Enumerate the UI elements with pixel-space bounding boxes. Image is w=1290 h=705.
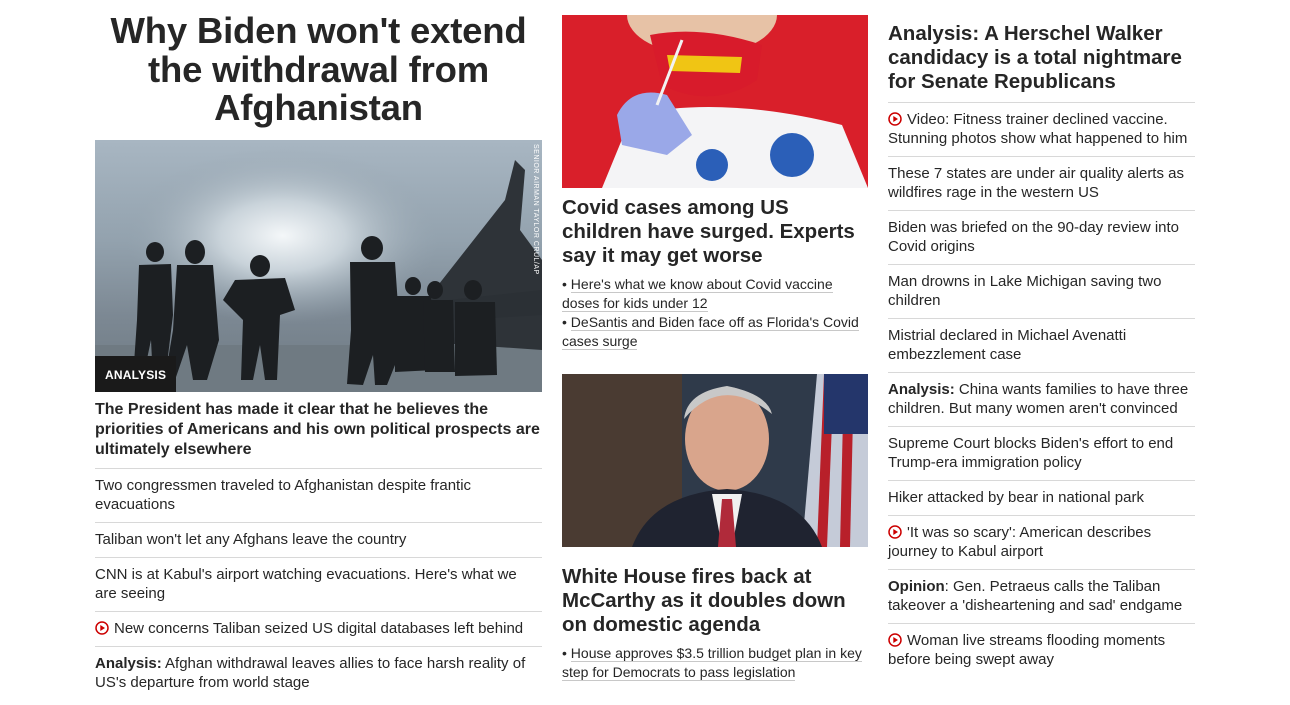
story-text[interactable]: Mistrial declared in Michael Avenatti em… xyxy=(888,327,1126,363)
play-video-icon xyxy=(888,112,902,126)
right-column: Analysis: A Herschel Walker candidacy is… xyxy=(888,0,1195,677)
lead-story-column: Why Biden won't extend the withdrawal fr… xyxy=(95,0,542,700)
covid-headline[interactable]: Covid cases among US children have surge… xyxy=(562,196,868,268)
photo-credit: SENIOR AIRMAN TAYLOR CRUL/AP xyxy=(532,143,539,275)
top-stories-list: Video: Fitness trainer declined vaccine.… xyxy=(888,102,1195,677)
story-link[interactable]: Hiker attacked by bear in national park xyxy=(888,480,1195,515)
story-text[interactable]: Woman live streams flooding moments befo… xyxy=(888,632,1165,668)
lead-summary[interactable]: The President has made it clear that he … xyxy=(95,400,542,460)
story-link[interactable]: Analysis: Afghan withdrawal leaves allie… xyxy=(95,645,542,700)
story-link[interactable]: Analysis: China wants families to have t… xyxy=(888,372,1195,426)
story-link[interactable]: 'It was so scary': American describes jo… xyxy=(888,515,1195,569)
walker-headline[interactable]: Analysis: A Herschel Walker candidacy is… xyxy=(888,22,1195,94)
story-link[interactable]: Two congressmen traveled to Afghanistan … xyxy=(95,467,542,522)
story-link[interactable]: Taliban won't let any Afghans leave the … xyxy=(95,521,542,557)
story-text[interactable]: Video: Fitness trainer declined vaccine.… xyxy=(888,111,1187,147)
covid-related-list: • Here's what we know about Covid vaccin… xyxy=(562,275,868,351)
story-link[interactable]: CNN is at Kabul's airport watching evacu… xyxy=(95,556,542,611)
story-text[interactable]: New concerns Taliban seized US digital d… xyxy=(114,620,523,637)
bullet-text[interactable]: DeSantis and Biden face off as Florida's… xyxy=(562,314,859,350)
play-video-icon xyxy=(888,633,902,647)
bullet-link[interactable]: • DeSantis and Biden face off as Florida… xyxy=(562,313,868,351)
middle-column: Covid cases among US children have surge… xyxy=(562,0,868,682)
lead-headline[interactable]: Why Biden won't extend the withdrawal fr… xyxy=(95,11,542,128)
story-text[interactable]: Taliban won't let any Afghans leave the … xyxy=(95,531,406,548)
story-prefix: Analysis: xyxy=(888,381,955,398)
story-link[interactable]: New concerns Taliban seized US digital d… xyxy=(95,610,542,646)
story-text[interactable]: Two congressmen traveled to Afghanistan … xyxy=(95,477,471,513)
covid-test-photo[interactable] xyxy=(562,15,868,188)
story-link[interactable]: Video: Fitness trainer declined vaccine.… xyxy=(888,102,1195,156)
bullet-text[interactable]: Here's what we know about Covid vaccine … xyxy=(562,276,833,312)
mccarthy-portrait-image xyxy=(562,374,868,547)
story-text[interactable]: 'It was so scary': American describes jo… xyxy=(888,524,1151,560)
bullet-text[interactable]: House approves $3.5 trillion budget plan… xyxy=(562,645,862,681)
story-text[interactable]: Hiker attacked by bear in national park xyxy=(888,489,1144,506)
story-link[interactable]: These 7 states are under air quality ale… xyxy=(888,156,1195,210)
story-text[interactable]: Supreme Court blocks Biden's effort to e… xyxy=(888,435,1173,471)
play-video-icon xyxy=(95,620,109,635)
lead-photo[interactable]: SENIOR AIRMAN TAYLOR CRUL/AP ANALYSIS xyxy=(95,139,542,392)
play-video-icon xyxy=(888,525,902,539)
story-link[interactable]: Opinion: Gen. Petraeus calls the Taliban… xyxy=(888,569,1195,623)
story-text[interactable]: These 7 states are under air quality ale… xyxy=(888,165,1184,201)
mccarthy-photo[interactable] xyxy=(562,374,868,547)
mccarthy-headline[interactable]: White House fires back at McCarthy as it… xyxy=(562,565,868,637)
analysis-badge: ANALYSIS xyxy=(95,355,177,392)
related-stories-list: Two congressmen traveled to Afghanistan … xyxy=(95,467,542,700)
story-text[interactable]: CNN is at Kabul's airport watching evacu… xyxy=(95,566,517,602)
bullet-link[interactable]: • Here's what we know about Covid vaccin… xyxy=(562,275,868,313)
story-link[interactable]: Mistrial declared in Michael Avenatti em… xyxy=(888,318,1195,372)
story-prefix: Opinion xyxy=(888,578,945,595)
story-text[interactable]: Man drowns in Lake Michigan saving two c… xyxy=(888,273,1161,309)
airport-silhouette-image xyxy=(95,139,542,392)
bullet-link[interactable]: • House approves $3.5 trillion budget pl… xyxy=(562,644,868,682)
story-prefix: Analysis: xyxy=(95,654,162,672)
story-link[interactable]: Supreme Court blocks Biden's effort to e… xyxy=(888,426,1195,480)
story-link[interactable]: Man drowns in Lake Michigan saving two c… xyxy=(888,264,1195,318)
child-covid-test-image xyxy=(562,15,868,188)
story-link[interactable]: Biden was briefed on the 90-day review i… xyxy=(888,210,1195,264)
story-link[interactable]: Woman live streams flooding moments befo… xyxy=(888,623,1195,677)
wh-related-list: • House approves $3.5 trillion budget pl… xyxy=(562,644,868,682)
story-text[interactable]: Biden was briefed on the 90-day review i… xyxy=(888,219,1179,255)
